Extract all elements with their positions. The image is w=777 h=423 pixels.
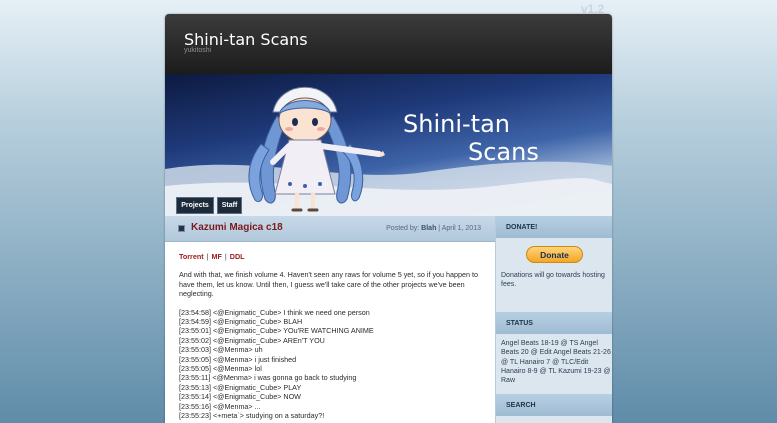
nav-item-staff[interactable]: Staff [217,197,242,214]
link-separator: | [224,252,227,261]
link-separator: | [206,252,209,261]
nav-item-projects[interactable]: Projects [176,197,214,214]
chat-line: [23:55:14] <@Enigmatic_Cube> NOW [179,392,301,402]
post-paragraph: And with that, we finish volume 4. Haven… [179,270,479,299]
chat-line: [23:54:59] <@Enigmatic_Cube> BLAH [179,317,303,327]
page-container: Shini-tan Scans yukitoshi Shini-tan Scan… [165,14,612,423]
banner-artwork [165,86,612,216]
sidebar: DONATE! Donate Donations will go towards… [495,216,612,423]
download-links: Torrent | MF | DDL [179,252,484,261]
chat-line: [23:55:05] <@Menma> lol [179,364,262,374]
chat-line: [23:55:11] <@Menma> i was gonna go back … [179,373,357,383]
chat-line: [23:55:03] <@Menma> uh [179,345,263,355]
donate-text: Donations will go towards hosting fees. [501,272,605,289]
post-title[interactable]: Kazumi Magica c18 [191,222,283,233]
chat-line: [23:55:23] <+meta`> studying on a saturd… [179,411,325,421]
torrent-link[interactable]: Torrent [179,252,204,261]
ddl-link[interactable]: DDL [230,252,245,261]
donate-button[interactable]: Donate [526,246,583,263]
banner-title-line2: Scans [468,138,539,166]
donate-heading: DONATE! [496,216,612,238]
posted-by-label: Posted by: [386,225,420,232]
chat-line: [23:55:01] <@Enigmatic_Cube> YOu'RE WATC… [179,326,374,336]
mediafire-link[interactable]: MF [212,252,222,261]
post-author[interactable]: Blah [421,225,436,232]
post-date: April 1, 2013 [441,225,481,232]
header-banner: Shini-tan Scans Projects Staff [165,74,612,216]
banner-title-line1: Shini-tan [403,110,510,138]
post-header: Kazumi Magica c18 Posted by: Blah | Apri… [165,216,495,242]
site-description: yukitoshi [184,47,212,54]
chat-line: [23:55:02] <@Enigmatic_Cube> AREn'T YOU [179,335,325,345]
chat-line: [23:55:13] <@Enigmatic_Cube> PLAY [179,382,302,392]
status-text: Angel Beats 18-19 @ TS Angel Beats 20 @ … [501,340,611,385]
site-header: Shini-tan Scans yukitoshi [165,14,612,74]
chat-line: [23:54:58] <@Enigmatic_Cube> I think we … [179,307,370,317]
chat-log: [23:54:58] <@Enigmatic_Cube> I think we … [179,308,484,421]
search-heading: SEARCH [496,394,612,416]
chat-line: [23:55:16] <@Menma> ... [179,401,261,411]
post-bullet-icon [178,225,185,232]
status-heading: STATUS [496,312,612,334]
post-meta: Posted by: Blah | April 1, 2013 [386,225,481,232]
chat-line: [23:55:05] <@Menma> i just finished [179,354,297,364]
post-content: Torrent | MF | DDL And with that, we finish … [179,252,484,421]
